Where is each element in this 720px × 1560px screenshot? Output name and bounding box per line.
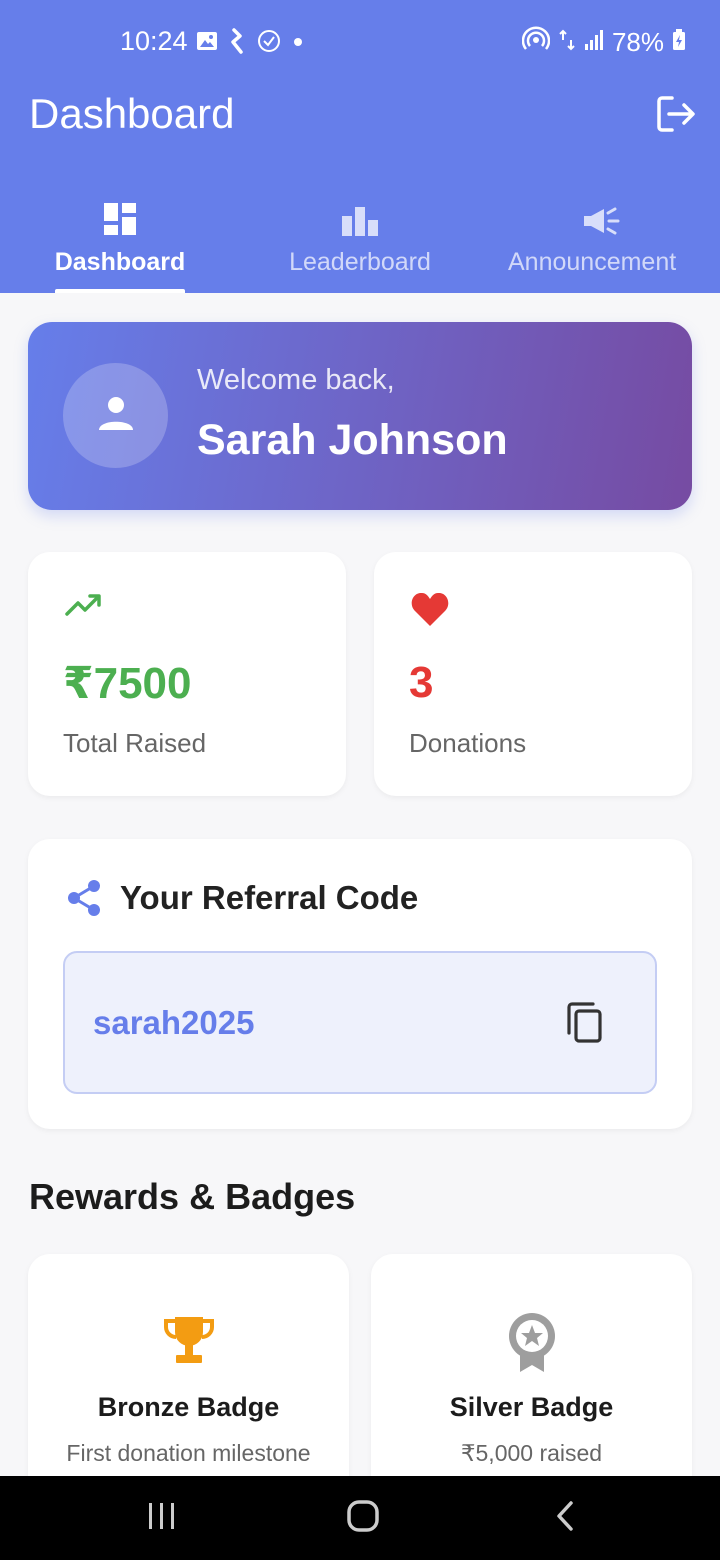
page-title: Dashboard xyxy=(29,90,235,137)
k-app-icon xyxy=(228,28,246,59)
status-icons-right: 78% xyxy=(521,26,686,59)
avatar xyxy=(63,363,168,468)
donations-value: 3 xyxy=(409,658,434,707)
award-ribbon-icon xyxy=(371,1312,692,1374)
app-bar: 10:24 78% Dashboard Dashboard Leaderboar… xyxy=(0,0,720,293)
back-button[interactable] xyxy=(505,1476,625,1560)
stat-card-donations: 3 Donations xyxy=(374,552,692,796)
badge-card-silver[interactable]: Silver Badge ₹5,000 raised xyxy=(371,1254,692,1514)
user-name: Sarah Johnson xyxy=(197,416,508,464)
welcome-card: Welcome back, Sarah Johnson xyxy=(28,322,692,510)
hotspot-icon xyxy=(521,26,551,59)
logout-icon xyxy=(654,96,698,138)
stat-card-total-raised: ₹7500 Total Raised xyxy=(28,552,346,796)
data-arrows-icon xyxy=(558,28,576,57)
badge-description: ₹5,000 raised xyxy=(460,1440,603,1466)
home-icon xyxy=(346,1499,380,1538)
back-icon xyxy=(553,1500,577,1537)
badge-description: First donation milestone xyxy=(66,1440,311,1466)
recent-apps-button[interactable] xyxy=(102,1476,222,1560)
tab-bar: Dashboard Leaderboard Announcement xyxy=(0,180,720,293)
copy-button[interactable] xyxy=(565,1001,605,1045)
heart-icon xyxy=(410,590,450,633)
logout-button[interactable] xyxy=(654,94,698,134)
badge-card-bronze[interactable]: Bronze Badge First donation milestone xyxy=(28,1254,349,1514)
tab-dashboard[interactable]: Dashboard xyxy=(40,180,200,293)
total-raised-value: ₹7500 xyxy=(63,659,192,708)
badge-title: Silver Badge xyxy=(449,1392,614,1422)
referral-code: sarah2025 xyxy=(93,1004,255,1041)
status-time: 10:24 xyxy=(120,26,188,56)
referral-code-box[interactable]: sarah2025 xyxy=(63,951,657,1094)
check-circle-icon xyxy=(256,28,282,59)
battery-percent: 78% xyxy=(611,27,664,57)
person-icon xyxy=(97,394,135,437)
dashboard-icon xyxy=(40,192,200,236)
tab-label: Dashboard xyxy=(54,248,186,276)
referral-card: Your Referral Code sarah2025 xyxy=(28,839,692,1129)
welcome-greeting: Welcome back, xyxy=(197,364,395,396)
referral-title: Your Referral Code xyxy=(120,879,419,916)
tab-label: Leaderboard xyxy=(289,248,431,276)
tab-announcement[interactable]: Announcement xyxy=(500,180,700,293)
leaderboard-icon xyxy=(270,192,450,236)
gallery-icon xyxy=(196,30,218,57)
signal-icon xyxy=(584,29,604,56)
rewards-section-title: Rewards & Badges xyxy=(29,1176,356,1217)
dot-icon xyxy=(292,35,304,53)
system-nav-bar xyxy=(0,1476,720,1560)
badge-title: Bronze Badge xyxy=(97,1392,280,1422)
trending-up-icon xyxy=(64,590,104,625)
battery-charging-icon xyxy=(672,29,686,56)
tab-leaderboard[interactable]: Leaderboard xyxy=(270,180,450,293)
status-bar: 10:24 78% xyxy=(0,0,720,84)
tab-label: Announcement xyxy=(508,248,677,276)
status-icons-left xyxy=(196,28,304,59)
trophy-icon xyxy=(28,1312,349,1368)
total-raised-label: Total Raised xyxy=(63,728,207,758)
campaign-icon xyxy=(500,192,700,236)
home-button[interactable] xyxy=(303,1476,423,1560)
recent-apps-icon xyxy=(146,1501,178,1536)
copy-icon xyxy=(565,1002,605,1049)
share-icon xyxy=(66,879,102,922)
active-tab-indicator xyxy=(55,289,185,293)
donations-label: Donations xyxy=(409,728,527,758)
